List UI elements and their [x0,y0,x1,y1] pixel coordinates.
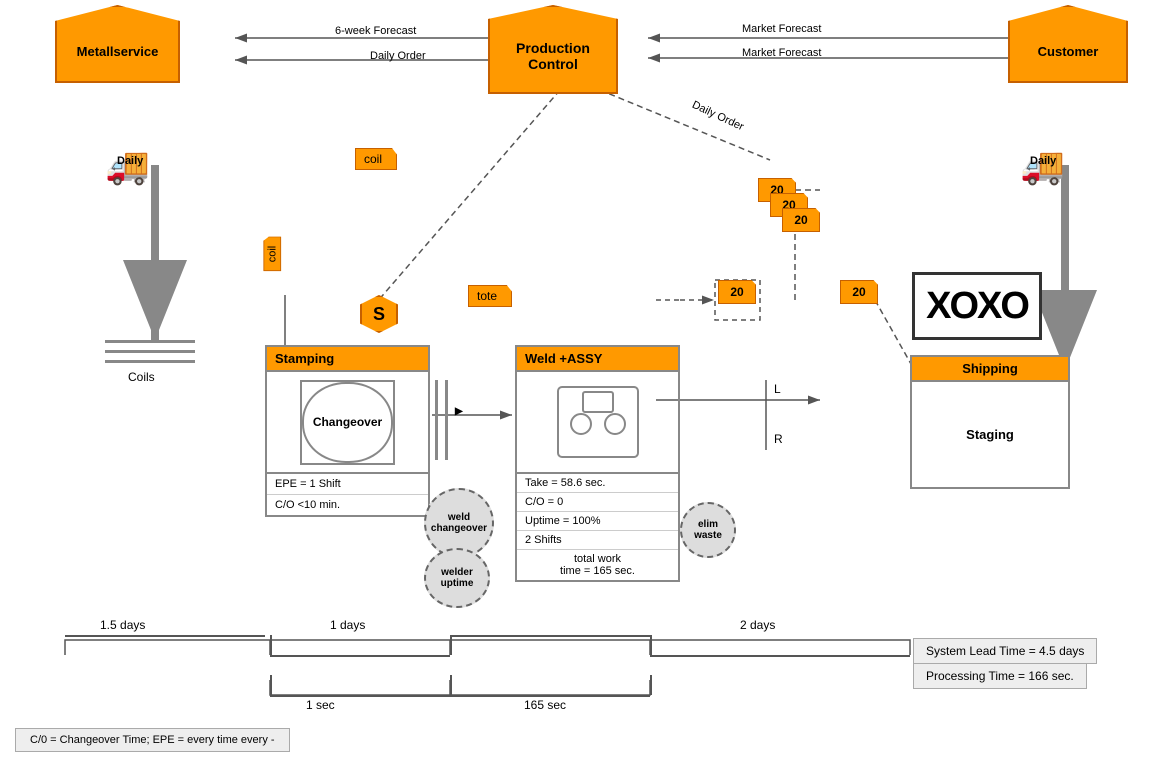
stamping-header: Stamping [267,347,428,372]
sec-1-label: 1 sec [306,698,335,712]
days-2-label: 2 days [740,618,775,632]
days-1-5-label: 1.5 days [100,618,145,632]
r-label: R [774,432,783,446]
tote-tag: tote [468,285,512,307]
inv-20-near-shipping: 20 [840,280,878,304]
customer-box: Customer [1008,21,1128,83]
stamping-epe: EPE = 1 Shift [267,472,428,494]
shipping-staging: Staging [912,382,1068,487]
l-label: L [774,382,781,396]
stamping-box: Stamping Changeover EPE = 1 Shift C/O <1… [265,345,430,517]
market-forecast1-label: Market Forecast [742,23,821,35]
daily-order-left-label: Daily Order [370,50,426,62]
weld-take: Take = 58.6 sec. [517,472,678,492]
inv-20-mid: 20 [718,280,756,304]
weld-co: C/O = 0 [517,492,678,511]
daily-order-right-label: Daily Order [690,99,745,133]
push-label: ▶ [455,406,463,417]
welder-uptime-burst: welder uptime [424,548,490,608]
weld-body [517,372,678,472]
weld-total-work: total work time = 165 sec. [517,549,678,580]
daily-left-label: Daily [117,155,143,167]
metallservice-box: Metallservice [55,21,180,83]
changeover-burst: Changeover [300,380,395,465]
weld-uptime: Uptime = 100% [517,511,678,530]
diagram: Production Control Metallservice Custome… [0,0,1162,770]
schedule-symbol: S [360,295,398,333]
kanban-card-3: 20 [782,208,820,232]
production-control-label: Production Control [516,40,590,72]
coil-top-tag: coil [355,148,397,170]
shipping-header: Shipping [912,357,1068,382]
xoxo-box: XOXO [912,272,1042,340]
weld-header: Weld +ASSY [517,347,678,372]
days-1-label: 1 days [330,618,365,632]
stamping-co: C/O <10 min. [267,494,428,515]
weld-shifts: 2 Shifts [517,530,678,549]
stamping-body: Changeover [267,372,428,472]
production-control-box: Production Control [488,19,618,94]
metallservice-label: Metallservice [77,44,159,59]
weld-assy-box: Weld +ASSY Take = 58.6 sec. C/O = 0 Upti… [515,345,680,582]
customer-label: Customer [1038,44,1099,59]
legend-box: C/0 = Changeover Time; EPE = every time … [15,728,290,752]
sec-165-label: 165 sec [524,698,566,712]
six-week-forecast-label: 6-week Forecast [335,25,416,37]
coils-label: Coils [128,370,155,384]
daily-right-label: Daily [1030,155,1056,167]
shipping-box: Shipping Staging [910,355,1070,489]
market-forecast2-label: Market Forecast [742,47,821,59]
processing-time-box: Processing Time = 166 sec. [913,663,1087,689]
elim-waste-burst: elim waste [680,502,736,558]
coil-left-tag: coil [263,237,281,272]
system-lead-box: System Lead Time = 4.5 days [913,638,1097,664]
